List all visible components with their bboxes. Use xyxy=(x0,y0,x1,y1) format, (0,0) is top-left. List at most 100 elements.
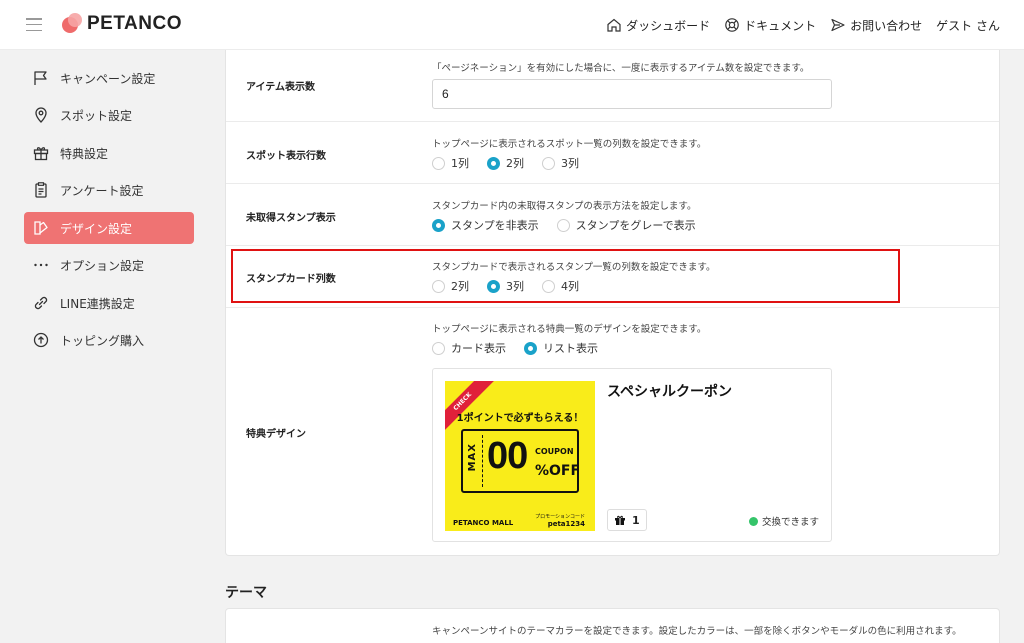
coupon-title: スペシャルクーポン xyxy=(607,384,733,400)
sidebar-item-label: キャンペーン設定 xyxy=(60,71,156,86)
sidebar: キャンペーン設定 スポット設定 特典設定 アンケート設定 デザイン設定 オプショ… xyxy=(0,50,210,643)
nav-dashboard[interactable]: ダッシュボード xyxy=(606,17,710,34)
map-pin-icon xyxy=(32,106,50,124)
item-count-input[interactable] xyxy=(432,79,832,109)
sidebar-item-label: LINE連携設定 xyxy=(60,296,135,311)
sidebar-item-design[interactable]: デザイン設定 xyxy=(24,212,194,244)
coupon-word: COUPON xyxy=(535,447,574,456)
nav-contact[interactable]: お問い合わせ xyxy=(830,17,922,34)
sidebar-item-label: アンケート設定 xyxy=(60,183,144,198)
radio-label: スタンプを非表示 xyxy=(451,219,539,232)
setting-row-item-count: アイテム表示数 「ページネーション」を有効にした場合に、一度に表示するアイテム数… xyxy=(226,50,999,122)
send-icon xyxy=(831,18,845,32)
coupon-count: 1 xyxy=(632,513,640,527)
spot-columns-radio-group: 1列 2列 3列 xyxy=(432,155,579,171)
flag-icon xyxy=(32,69,50,87)
sidebar-item-label: オプション設定 xyxy=(60,258,145,273)
radio-label: カード表示 xyxy=(451,342,506,355)
logo-mark-icon xyxy=(62,13,84,35)
sidebar-item-survey[interactable]: アンケート設定 xyxy=(24,174,194,206)
more-icon xyxy=(32,256,50,274)
theme-description: キャンペーンサイトのテーマカラーを設定できます。設定したカラーは、一部を除くボタ… xyxy=(432,626,962,637)
promo-code: peta1234 xyxy=(547,520,585,528)
radio-label: 2列 xyxy=(506,157,524,170)
radio-stamp-hide[interactable]: スタンプを非表示 xyxy=(432,217,539,233)
sidebar-item-label: スポット設定 xyxy=(60,108,133,123)
logo[interactable]: PETANCO xyxy=(62,13,182,35)
coupon-headline: 1ポイントで必ずもらえる！ xyxy=(456,413,584,424)
setting-description: トップページに表示されるスポット一覧の列数を設定できます。 xyxy=(432,139,707,150)
reward-design-radio-group: カード表示 リスト表示 xyxy=(432,340,598,356)
nav-documents-label: ドキュメント xyxy=(744,18,817,33)
radio-label: 3列 xyxy=(561,157,579,170)
sidebar-item-line[interactable]: LINE連携設定 xyxy=(24,287,194,319)
sidebar-item-campaign[interactable]: キャンペーン設定 xyxy=(24,62,194,94)
coupon-count-badge: 1 xyxy=(607,509,647,531)
nav-contact-label: お問い合わせ xyxy=(850,18,923,33)
nav-documents[interactable]: ドキュメント xyxy=(724,17,816,34)
radio-indicator xyxy=(542,156,555,170)
arrow-up-circle-icon xyxy=(32,331,50,349)
setting-row-unacquired-stamp: 未取得スタンプ表示 スタンプカード内の未取得スタンプの表示方法を設定します。 ス… xyxy=(226,184,999,246)
status-dot-icon xyxy=(748,516,758,526)
header-nav: ダッシュボード ドキュメント お問い合わせ ゲスト さん xyxy=(606,0,1000,50)
link-icon xyxy=(32,294,50,312)
palette-icon xyxy=(32,219,50,237)
sidebar-item-label: トッピング購入 xyxy=(60,333,145,348)
sidebar-item-reward[interactable]: 特典設定 xyxy=(24,137,194,169)
sidebar-item-spot[interactable]: スポット設定 xyxy=(24,99,194,131)
setting-label: 特典デザイン xyxy=(246,429,306,440)
sidebar-item-topping[interactable]: トッピング購入 xyxy=(24,324,194,356)
radio-label: スタンプをグレーで表示 xyxy=(575,219,696,232)
unacquired-stamp-radio-group: スタンプを非表示 スタンプをグレーで表示 xyxy=(432,217,696,233)
home-icon xyxy=(607,18,621,32)
theme-panel: キャンペーンサイトのテーマカラーを設定できます。設定したカラーは、一部を除くボタ… xyxy=(225,608,1000,643)
setting-description: スタンプカード内の未取得スタンプの表示方法を設定します。 xyxy=(432,201,697,212)
coupon-off: %OFF xyxy=(535,463,581,479)
radio-spot-2col[interactable]: 2列 xyxy=(487,155,524,171)
sidebar-item-label: 特典設定 xyxy=(60,146,109,161)
setting-row-spot-columns: スポット表示行数 トップページに表示されるスポット一覧の列数を設定できます。 1… xyxy=(226,122,999,184)
setting-label: アイテム表示数 xyxy=(246,82,315,93)
sidebar-item-options[interactable]: オプション設定 xyxy=(24,249,194,281)
brand-name: PETANCO xyxy=(87,13,182,34)
coupon-image: CHECK 1ポイントで必ずもらえる！ MAX 00 COUPON %OFF プ… xyxy=(445,381,595,531)
hamburger-menu-icon[interactable] xyxy=(26,18,42,31)
user-name: ゲスト さん xyxy=(936,18,1000,33)
coupon-max: MAX xyxy=(467,443,478,472)
radio-spot-3col[interactable]: 3列 xyxy=(542,155,579,171)
setting-description: 「ページネーション」を有効にした場合に、一度に表示するアイテム数を設定できます。 xyxy=(432,63,810,74)
radio-indicator xyxy=(556,218,570,232)
top-header: PETANCO ダッシュボード ドキュメント お問い合わせ ゲスト さん xyxy=(0,0,1024,50)
theme-section-title: テーマ xyxy=(225,585,267,601)
clipboard-icon xyxy=(32,181,50,199)
coupon-big-number: 00 xyxy=(487,435,528,477)
reward-preview-card: CHECK 1ポイントで必ずもらえる！ MAX 00 COUPON %OFF プ… xyxy=(432,368,832,542)
coupon-ticket: MAX 00 COUPON %OFF xyxy=(461,429,581,493)
setting-label: 未取得スタンプ表示 xyxy=(246,213,336,224)
status-text: 交換できます xyxy=(761,517,819,528)
highlight-box xyxy=(231,249,900,303)
radio-label: 1列 xyxy=(451,157,469,170)
radio-indicator xyxy=(524,341,537,355)
promo-code-label: プロモーションコード xyxy=(535,514,585,520)
coupon-status: 交換できます xyxy=(748,514,819,528)
radio-indicator xyxy=(487,156,500,170)
radio-label: リスト表示 xyxy=(543,342,598,355)
radio-stamp-gray[interactable]: スタンプをグレーで表示 xyxy=(556,217,696,233)
design-settings-panel: アイテム表示数 「ページネーション」を有効にした場合に、一度に表示するアイテム数… xyxy=(225,50,1000,556)
radio-reward-list[interactable]: リスト表示 xyxy=(524,340,598,356)
sidebar-item-label: デザイン設定 xyxy=(60,221,133,236)
radio-indicator xyxy=(432,156,445,170)
gift-icon xyxy=(32,144,50,162)
setting-description: トップページに表示される特典一覧のデザインを設定できます。 xyxy=(432,324,707,335)
user-menu[interactable]: ゲスト さん xyxy=(936,17,1000,34)
mall-name: PETANCO MALL xyxy=(453,519,514,527)
radio-indicator xyxy=(432,341,445,355)
help-icon xyxy=(725,18,739,32)
setting-label: スポット表示行数 xyxy=(246,151,326,162)
radio-indicator xyxy=(432,218,445,232)
nav-dashboard-label: ダッシュボード xyxy=(626,18,711,33)
radio-reward-card[interactable]: カード表示 xyxy=(432,340,506,356)
radio-spot-1col[interactable]: 1列 xyxy=(432,155,469,171)
